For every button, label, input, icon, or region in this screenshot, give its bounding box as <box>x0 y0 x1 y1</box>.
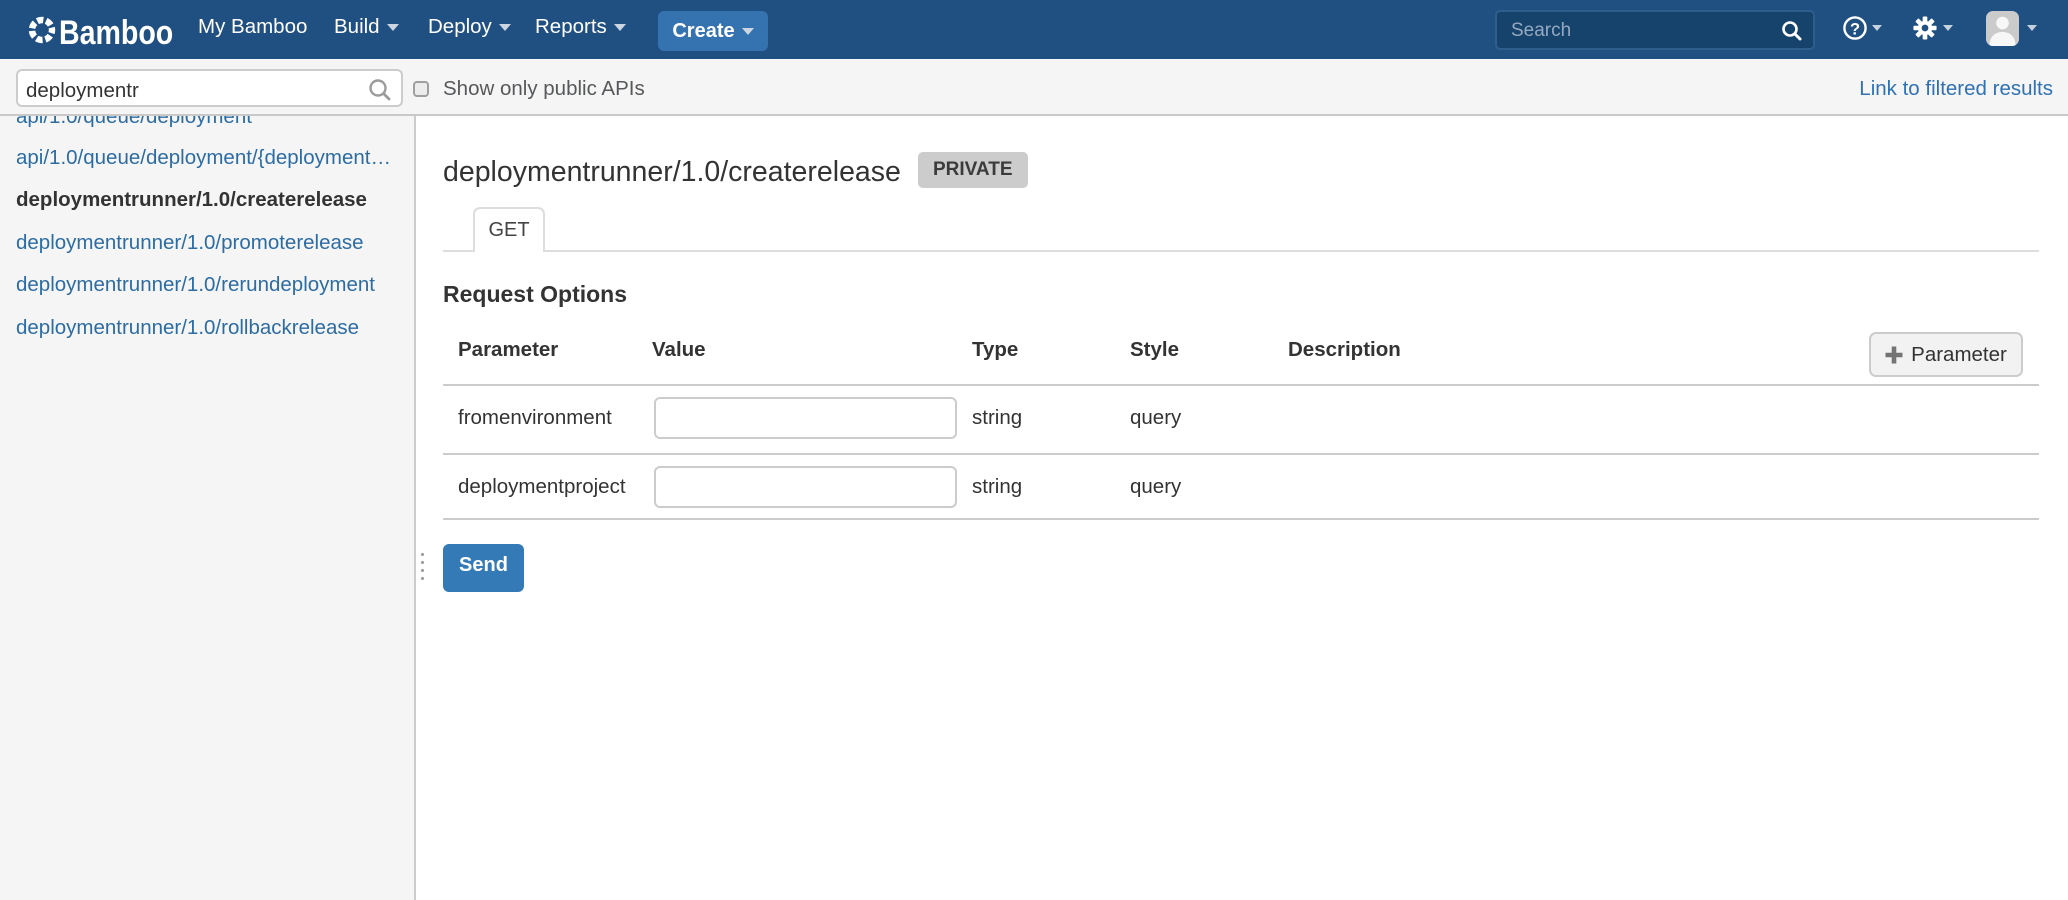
svg-text:?: ? <box>1850 21 1860 39</box>
